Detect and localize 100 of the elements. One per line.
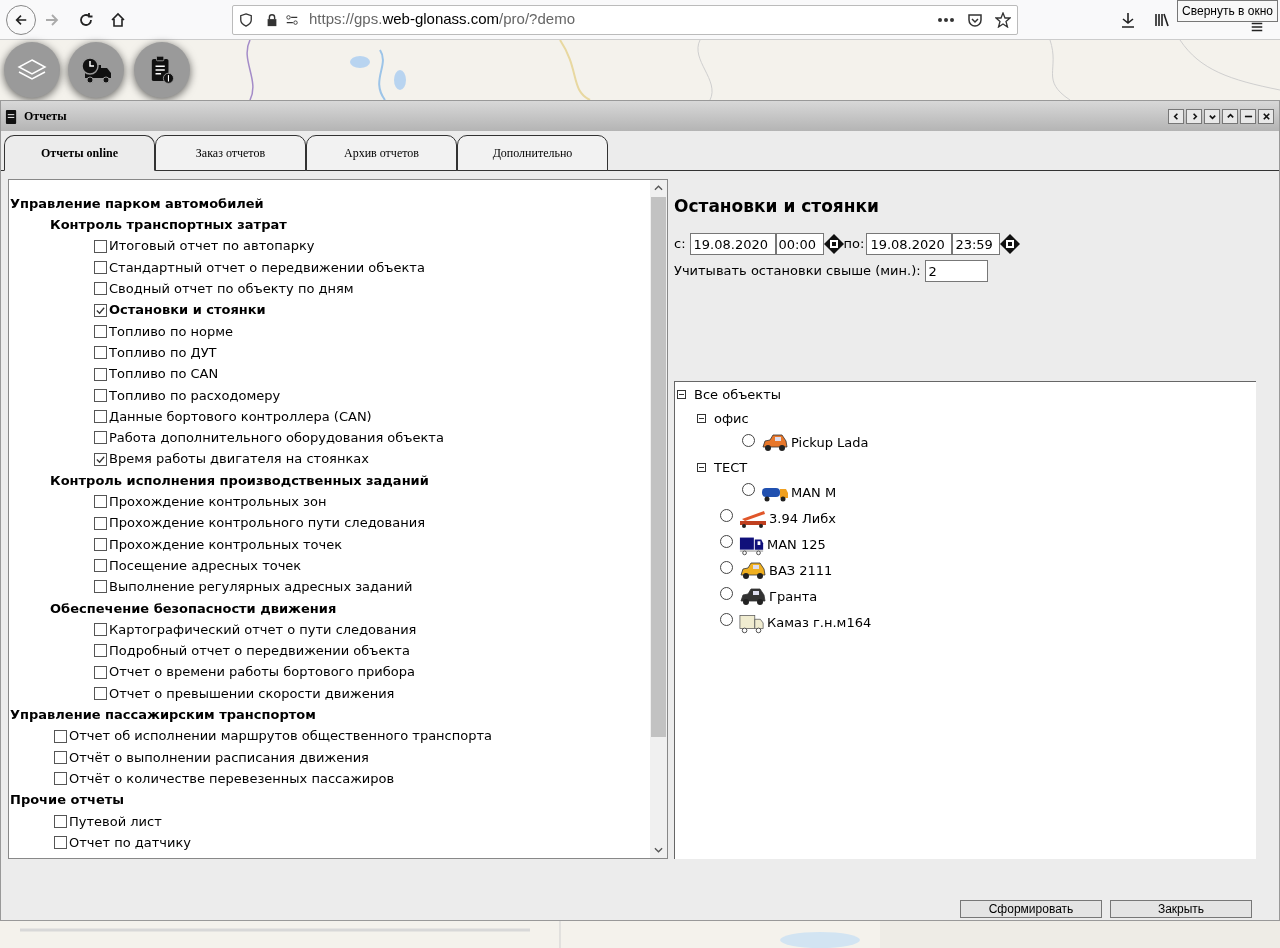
library-icon[interactable] [1154, 11, 1170, 28]
scroll-down-icon[interactable] [654, 847, 663, 853]
checkbox[interactable] [94, 346, 107, 360]
pocket-icon[interactable] [967, 11, 983, 28]
report-item[interactable]: Топливо по расходомеру [109, 385, 281, 406]
group-label[interactable]: офис [714, 408, 749, 428]
tab[interactable]: Заказ отчетов [155, 135, 306, 171]
report-item[interactable]: Работа дополнительного оборудования объекта [109, 428, 444, 448]
time-field[interactable]: 00:00 [775, 233, 824, 255]
report-item[interactable]: Картографический отчет о пути следования [109, 619, 417, 640]
checkbox[interactable] [94, 644, 107, 658]
action-button[interactable]: Сформировать [960, 900, 1102, 918]
minimize-button[interactable] [1240, 108, 1256, 124]
checkbox[interactable] [94, 537, 107, 551]
tab[interactable]: Отчеты online [4, 135, 155, 171]
report-item[interactable]: Отчёт о количестве перевезенных пассажиров [69, 768, 395, 789]
checkbox[interactable] [94, 324, 107, 338]
checkbox[interactable] [94, 580, 107, 594]
checkbox[interactable] [94, 431, 107, 445]
checkbox[interactable] [94, 665, 107, 679]
report-item[interactable]: Топливо по CAN [109, 364, 219, 384]
home-icon[interactable] [110, 11, 126, 28]
object-label[interactable]: MAN 125 [767, 534, 826, 555]
checkbox[interactable] [94, 452, 107, 466]
date-field[interactable]: 19.08.2020 [866, 233, 953, 255]
scrollbar[interactable] [650, 180, 667, 858]
checkbox[interactable] [54, 729, 67, 743]
object-label[interactable]: Pickup Lada [791, 433, 869, 453]
report-item[interactable]: Время работы двигателя на стоянках [109, 449, 369, 469]
collapse-icon[interactable] [697, 463, 706, 473]
report-item[interactable]: Прохождение контрольных зон [109, 492, 327, 512]
object-label[interactable]: 3.94 Либх [769, 508, 836, 529]
menu-icon[interactable] [1250, 20, 1264, 34]
report-item[interactable]: Топливо по норме [109, 321, 233, 342]
report-item[interactable]: Данные бортового контроллера (CAN) [109, 406, 372, 427]
close-button[interactable] [1258, 108, 1274, 124]
report-item[interactable]: Итоговый отчет по автопарку [109, 236, 315, 256]
checkbox[interactable] [54, 836, 67, 850]
report-item[interactable]: Посещение адресных точек [109, 555, 302, 576]
radio-button[interactable] [742, 433, 755, 447]
checkbox[interactable] [94, 282, 107, 296]
report-item[interactable]: Отчет по датчику [69, 832, 191, 853]
minutes-field[interactable]: 2 [924, 260, 988, 282]
report-item[interactable]: Выполнение регулярных адресных заданий [109, 577, 413, 597]
address-bar[interactable]: https://gps.web-glonass.com/pro/?demo [232, 4, 1018, 35]
more-icon[interactable] [937, 16, 955, 23]
checkbox[interactable] [94, 303, 107, 317]
action-button[interactable]: Закрыть [1110, 900, 1252, 918]
date-field[interactable]: 19.08.2020 [689, 233, 776, 255]
checkbox[interactable] [54, 814, 67, 828]
radio-button[interactable] [720, 535, 733, 548]
object-label[interactable]: MAN M [791, 482, 837, 503]
radio-button[interactable] [720, 613, 733, 626]
checkbox[interactable] [94, 516, 107, 530]
collapse-button[interactable] [1204, 108, 1220, 124]
checkbox[interactable] [94, 623, 107, 637]
report-item[interactable]: Отчет о времени работы бортового прибора [109, 662, 415, 682]
object-label[interactable]: Камаз г.н.м164 [767, 612, 872, 633]
time-field[interactable]: 23:59 [952, 233, 1001, 255]
expand-button[interactable] [1222, 108, 1238, 124]
checkbox[interactable] [54, 772, 67, 786]
checkbox[interactable] [94, 495, 107, 509]
radio-button[interactable] [720, 509, 733, 522]
radio-button[interactable] [720, 587, 733, 600]
report-item[interactable]: Прохождение контрольного пути следования [109, 513, 425, 533]
report-item[interactable]: Отчет об исполнении маршрутов общественного транспорта [69, 726, 492, 746]
report-item[interactable]: Топливо по ДУТ [109, 342, 217, 363]
object-label[interactable]: Гранта [769, 586, 818, 607]
star-icon[interactable] [995, 11, 1011, 28]
report-item[interactable]: Стандартный отчет о передвижении объекта [109, 257, 425, 278]
report-item[interactable]: Путевой лист [69, 811, 162, 831]
radio-button[interactable] [742, 483, 755, 496]
checkbox[interactable] [94, 239, 107, 253]
checkbox[interactable] [54, 750, 67, 764]
collapse-icon[interactable] [697, 413, 706, 423]
checkbox[interactable] [94, 261, 107, 275]
tab[interactable]: Дополнительно [457, 135, 608, 171]
reload-icon[interactable] [78, 11, 94, 28]
checkbox[interactable] [94, 388, 107, 402]
object-label[interactable]: ВАЗ 2111 [769, 560, 833, 581]
radio-button[interactable] [720, 561, 733, 574]
download-icon[interactable] [1120, 11, 1136, 28]
group-label[interactable]: ТЕСТ [714, 458, 748, 478]
report-item[interactable]: Остановки и стоянки [109, 300, 266, 320]
checkbox[interactable] [94, 686, 107, 700]
next-button[interactable] [1186, 108, 1202, 124]
calendar-picker-icon[interactable] [1000, 234, 1021, 254]
checkbox[interactable] [94, 410, 107, 424]
scroll-up-icon[interactable] [654, 185, 663, 191]
report-item[interactable]: Подробный отчет о передвижении объекта [109, 641, 410, 661]
checkbox[interactable] [94, 559, 107, 573]
tab[interactable]: Архив отчетов [306, 135, 457, 171]
report-item[interactable]: Сводный отчет по объекту по дням [109, 279, 354, 299]
group-label[interactable]: Все объекты [694, 385, 782, 405]
report-item[interactable]: Отчёт о выполнении расписания движения [69, 747, 369, 768]
collapse-icon[interactable] [677, 390, 686, 400]
report-item[interactable]: Отчет о превышении скорости движения [109, 683, 395, 704]
report-item[interactable]: Прохождение контрольных точек [109, 534, 343, 555]
url-text[interactable]: https://gps.web-glonass.com/pro/?demo [309, 8, 575, 31]
previous-button[interactable] [1168, 108, 1184, 124]
